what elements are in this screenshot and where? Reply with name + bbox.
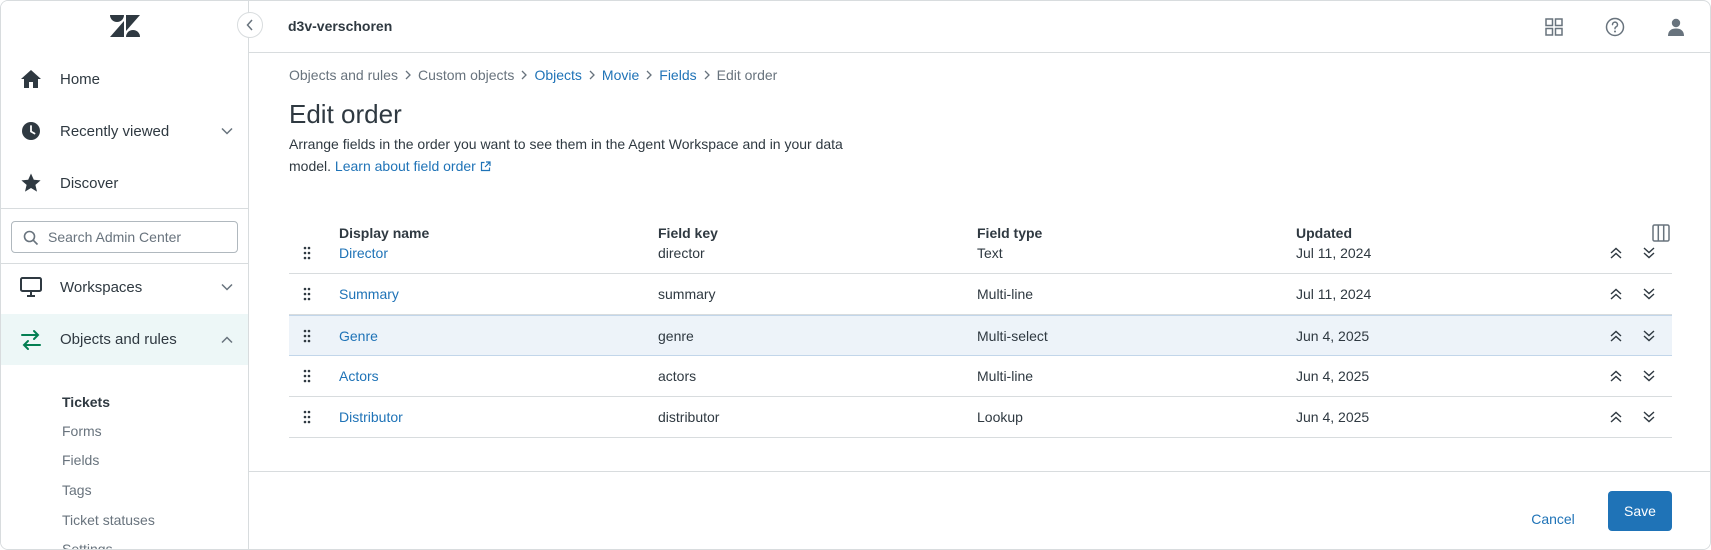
sidebar-item-objects-and-rules[interactable]: Objects and rules	[1, 314, 248, 365]
search-icon	[23, 230, 39, 246]
field-key: actors	[658, 368, 697, 384]
chevron-down-icon[interactable]	[219, 123, 235, 139]
chevron-right-icon	[697, 70, 717, 80]
sidebar-subitem-ticket-statuses[interactable]: Ticket statuses	[62, 512, 155, 528]
user-icon[interactable]	[1664, 15, 1688, 39]
page-description: Arrange fields in the order you want to …	[289, 133, 849, 177]
breadcrumb-movie[interactable]: Movie	[602, 67, 639, 83]
move-up-icon[interactable]	[1606, 366, 1626, 386]
table-row[interactable]: Summary summary Multi-line Jul 11, 2024	[289, 274, 1672, 315]
field-name-link[interactable]: Genre	[339, 328, 378, 344]
chevron-right-icon	[582, 70, 602, 80]
app-window: Home Recently viewed Discover Search Adm…	[0, 0, 1711, 550]
search-input[interactable]	[48, 227, 233, 247]
field-type: Text	[977, 245, 1003, 261]
external-link-icon	[480, 161, 491, 172]
learn-link-label: Learn about field order	[334, 158, 476, 174]
clock-icon	[19, 119, 43, 143]
move-up-icon[interactable]	[1606, 243, 1626, 263]
field-key: summary	[658, 286, 716, 302]
chevron-right-icon	[639, 70, 659, 80]
drag-handle-icon[interactable]	[301, 328, 313, 344]
drag-handle-icon[interactable]	[301, 245, 313, 261]
chevron-left-icon	[246, 19, 253, 31]
action-footer	[249, 471, 1710, 549]
drag-handle-icon[interactable]	[301, 286, 313, 302]
table-row[interactable]: Actors actors Multi-line Jun 4, 2025	[289, 356, 1672, 397]
drag-handle-icon[interactable]	[301, 409, 313, 425]
save-button[interactable]: Save	[1608, 491, 1672, 531]
table-row-selected[interactable]: Genre genre Multi-select Jun 4, 2025	[289, 315, 1672, 356]
sidebar-section-title[interactable]: Tickets	[62, 394, 110, 410]
move-up-icon[interactable]	[1606, 407, 1626, 427]
breadcrumb-objects[interactable]: Objects	[534, 67, 581, 83]
sidebar-item-label: Workspaces	[60, 278, 143, 296]
search-field[interactable]	[11, 221, 238, 253]
sidebar-subitem-fields[interactable]: Fields	[62, 452, 99, 468]
move-down-icon[interactable]	[1639, 407, 1659, 427]
breadcrumb-objects-and-rules[interactable]: Objects and rules	[289, 67, 398, 83]
move-up-icon[interactable]	[1606, 326, 1626, 346]
move-down-icon[interactable]	[1639, 243, 1659, 263]
sidebar-item-label: Home	[60, 70, 101, 88]
sidebar-item-label: Objects and rules	[60, 331, 177, 348]
field-type: Multi-line	[977, 368, 1034, 384]
breadcrumb-fields[interactable]: Fields	[659, 67, 696, 83]
sidebar-item-workspaces[interactable]: Workspaces	[1, 262, 248, 312]
sidebar-subitem-tags[interactable]: Tags	[62, 482, 92, 498]
chevron-up-icon[interactable]	[219, 332, 235, 348]
sidebar-item-home[interactable]: Home	[1, 54, 248, 104]
drag-handle-icon[interactable]	[301, 368, 313, 384]
objects-rules-icon	[19, 328, 43, 352]
field-type: Lookup	[977, 409, 1023, 425]
breadcrumb: Objects and rules Custom objects Objects…	[289, 67, 777, 83]
field-type: Multi-select	[977, 328, 1048, 344]
field-updated: Jul 11, 2024	[1296, 286, 1372, 302]
breadcrumb-edit-order: Edit order	[716, 67, 778, 83]
sidebar-item-recently-viewed[interactable]: Recently viewed	[1, 106, 248, 156]
field-updated: Jun 4, 2025	[1296, 368, 1370, 384]
field-key: genre	[658, 328, 694, 344]
zendesk-logo-icon[interactable]	[109, 15, 141, 37]
field-type: Multi-line	[977, 286, 1034, 302]
monitor-icon	[19, 275, 43, 299]
help-icon[interactable]	[1603, 15, 1627, 39]
learn-about-field-order-link[interactable]: Learn about field order	[335, 158, 491, 174]
home-icon	[19, 67, 43, 91]
table-row[interactable]: Director director Text Jul 11, 2024	[289, 233, 1672, 274]
page-title: Edit order	[289, 99, 402, 129]
collapse-sidebar-button[interactable]	[237, 12, 263, 38]
chevron-down-icon[interactable]	[219, 279, 235, 295]
move-down-icon[interactable]	[1639, 366, 1659, 386]
account-name: d3v-verschoren	[288, 18, 393, 34]
chevron-right-icon	[398, 70, 418, 80]
sidebar-divider	[1, 208, 248, 209]
breadcrumb-custom-objects[interactable]: Custom objects	[418, 67, 514, 83]
sidebar-item-label: Recently viewed	[60, 122, 170, 140]
sidebar-item-label: Discover	[60, 174, 119, 192]
field-updated: Jul 11, 2024	[1296, 245, 1372, 261]
table-row[interactable]: Distributor distributor Lookup Jun 4, 20…	[289, 397, 1672, 438]
sidebar-subitem-forms[interactable]: Forms	[62, 423, 102, 439]
field-key: director	[658, 245, 705, 261]
field-key: distributor	[658, 409, 720, 425]
field-name-link[interactable]: Distributor	[339, 409, 403, 425]
field-name-link[interactable]: Director	[339, 245, 388, 261]
sidebar-subitem-settings[interactable]: Settings	[62, 541, 113, 549]
apps-grid-icon[interactable]	[1542, 15, 1566, 39]
field-updated: Jun 4, 2025	[1296, 328, 1370, 344]
move-down-icon[interactable]	[1639, 284, 1659, 304]
chevron-right-icon	[514, 70, 534, 80]
top-header: d3v-verschoren	[249, 1, 1710, 53]
field-updated: Jun 4, 2025	[1296, 409, 1370, 425]
field-name-link[interactable]: Summary	[339, 286, 399, 302]
field-name-link[interactable]: Actors	[339, 368, 379, 384]
sidebar-item-discover[interactable]: Discover	[1, 158, 248, 208]
star-icon	[19, 171, 43, 195]
move-down-icon[interactable]	[1639, 326, 1659, 346]
move-up-icon[interactable]	[1606, 284, 1626, 304]
sidebar: Home Recently viewed Discover Search Adm…	[1, 1, 249, 549]
cancel-button[interactable]: Cancel	[1523, 499, 1583, 539]
